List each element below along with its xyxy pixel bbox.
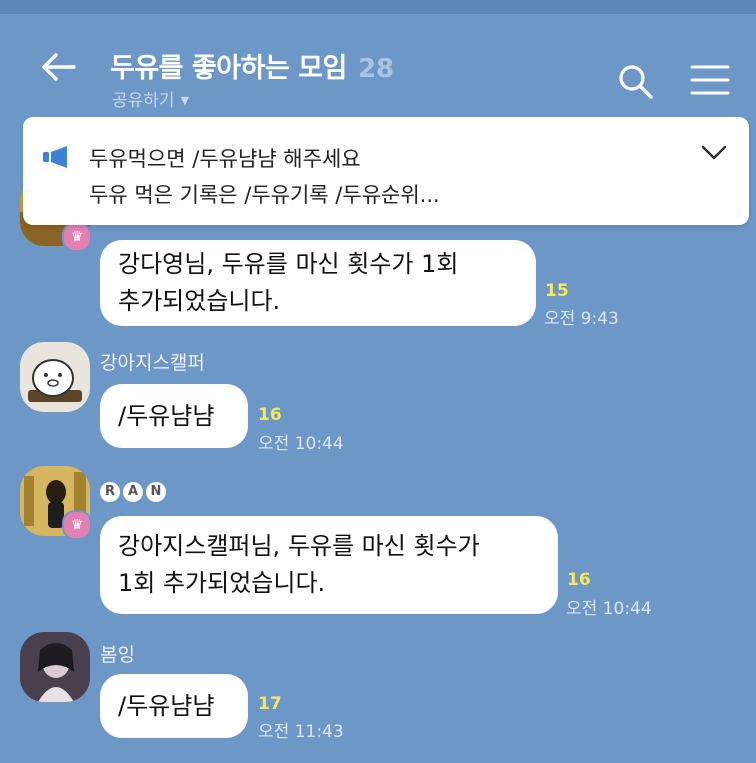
message-bubble[interactable]: /두유냠냠 (100, 674, 248, 738)
message-time: 오전 10:44 (566, 599, 652, 619)
message-bubble[interactable]: 강다영님, 두유를 마신 횟수가 1회 추가되었습니다. (100, 240, 536, 326)
sender-name: 봄잉 (100, 644, 135, 666)
share-dropdown[interactable]: 공유하기 ▼ (112, 86, 189, 111)
message-text: 추가되었습니다. (118, 287, 281, 315)
sender-badge-letter: R (100, 482, 120, 502)
sender-name: 강아지스캘퍼 (100, 352, 205, 374)
unread-count: 15 (545, 281, 569, 301)
message-text: /두유냠냠 (118, 402, 215, 430)
unread-count: 16 (567, 570, 591, 590)
sender-name-badges: RAN (100, 480, 169, 502)
hamburger-menu-icon[interactable] (690, 64, 730, 96)
message-text: 강다영님, 두유를 마신 횟수가 1회 (118, 250, 459, 278)
share-label: 공유하기 (112, 91, 175, 111)
chat-title: 두유를 좋아하는 모임 (110, 53, 347, 84)
message-text: 강아지스캘퍼님, 두유를 마신 횟수가 (118, 532, 480, 560)
sender-badge-letter: N (146, 482, 166, 502)
chevron-down-icon[interactable] (701, 145, 727, 161)
avatar[interactable] (20, 342, 90, 412)
notice-line-1: 두유먹으면 /두유냠냠 해주세요 (89, 147, 361, 171)
sender-badge-letter: A (123, 482, 143, 502)
message-time: 오전 11:43 (258, 722, 344, 742)
message-bubble[interactable]: /두유냠냠 (100, 384, 248, 448)
status-bar (0, 0, 756, 14)
message-text: 1회 추가되었습니다. (118, 569, 326, 597)
chat-header: 두유를 좋아하는 모임 28 공유하기 ▼ (0, 14, 756, 111)
crown-icon: ♛ (62, 510, 92, 540)
megaphone-icon (43, 146, 67, 168)
unread-count: 16 (258, 405, 282, 425)
message-text: /두유냠냠 (118, 692, 215, 720)
caret-down-icon: ▼ (180, 94, 190, 107)
notice-line-2: 두유 먹은 기록은 /두유기록 /두유순위... (89, 183, 440, 207)
member-count: 28 (357, 54, 395, 84)
chat-title-group[interactable]: 두유를 좋아하는 모임 28 (110, 46, 394, 85)
avatar[interactable] (20, 756, 90, 763)
message-time: 오전 10:44 (258, 434, 344, 454)
message-bubble[interactable]: 강아지스캘퍼님, 두유를 마신 횟수가 1회 추가되었습니다. (100, 516, 558, 614)
avatar[interactable] (20, 632, 90, 702)
back-arrow-icon[interactable] (40, 52, 76, 82)
unread-count: 17 (258, 694, 282, 714)
search-icon[interactable] (618, 64, 654, 100)
notice-banner[interactable]: 두유먹으면 /두유냠냠 해주세요 두유 먹은 기록은 /두유기록 /두유순위..… (23, 117, 749, 225)
crown-icon: ♛ (62, 222, 92, 252)
message-time: 오전 9:43 (544, 309, 619, 329)
